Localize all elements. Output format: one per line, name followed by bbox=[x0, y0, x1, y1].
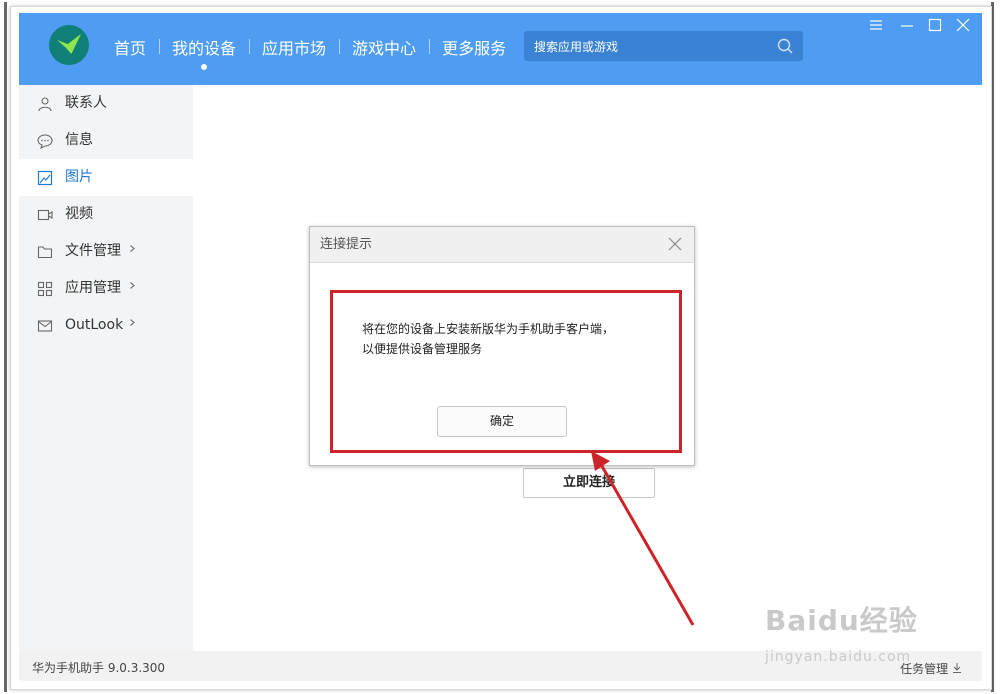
dialog-title: 连接提示 bbox=[310, 227, 694, 263]
nav-more-services[interactable]: 更多服务 bbox=[429, 35, 519, 59]
search-box bbox=[524, 31, 803, 61]
folder-icon bbox=[37, 246, 53, 259]
connect-now-button[interactable]: 立即连接 bbox=[523, 468, 655, 498]
apps-icon bbox=[37, 281, 53, 297]
nav-active-dot bbox=[201, 64, 208, 70]
sidebar-item-videos[interactable]: 视频 bbox=[19, 196, 193, 233]
chevron-right-icon bbox=[130, 319, 135, 326]
sidebar-item-label: 图片 bbox=[65, 169, 93, 185]
app-logo bbox=[49, 25, 89, 65]
watermark-url: jingyan.baidu.com bbox=[765, 649, 912, 665]
nav-home[interactable]: 首页 bbox=[101, 35, 159, 59]
sidebar-item-app-management[interactable]: 应用管理 bbox=[19, 270, 193, 307]
maximize-icon[interactable] bbox=[927, 17, 943, 33]
sidebar-item-label: 信息 bbox=[65, 132, 93, 148]
sidebar-item-label: 文件管理 bbox=[65, 243, 121, 259]
close-icon[interactable] bbox=[955, 17, 971, 33]
nav-my-device-label: 我的设备 bbox=[172, 39, 237, 58]
main-nav: 首页 我的设备 应用市场 游戏中心 更多服务 bbox=[101, 35, 519, 70]
nav-game-center[interactable]: 游戏中心 bbox=[339, 35, 429, 59]
minimize-icon[interactable] bbox=[899, 17, 915, 33]
sidebar-item-label: 视频 bbox=[65, 206, 93, 222]
app-window: 首页 我的设备 应用市场 游戏中心 更多服务 联系人 信息 图片 bbox=[19, 13, 982, 681]
baidu-watermark: Baidu经验 jingyan.baidu.com bbox=[765, 593, 975, 673]
mail-icon bbox=[37, 320, 53, 332]
sidebar-item-label: 应用管理 bbox=[65, 280, 121, 296]
chevron-right-icon bbox=[130, 282, 135, 289]
sidebar-item-pictures[interactable]: 图片 bbox=[19, 159, 193, 196]
search-icon[interactable] bbox=[777, 38, 793, 54]
dialog-close-icon[interactable] bbox=[668, 237, 682, 251]
watermark-brand: Baidu经验 bbox=[765, 604, 918, 637]
contact-icon bbox=[38, 97, 52, 112]
search-input[interactable] bbox=[532, 37, 774, 57]
chevron-right-icon bbox=[130, 245, 135, 252]
sidebar-item-label: 联系人 bbox=[65, 95, 107, 111]
message-icon bbox=[37, 134, 53, 149]
sidebar-item-label: OutLook bbox=[65, 317, 124, 333]
nav-app-market[interactable]: 应用市场 bbox=[249, 35, 339, 59]
nav-my-device[interactable]: 我的设备 bbox=[159, 35, 249, 70]
highlight-box bbox=[330, 290, 682, 453]
top-bar: 首页 我的设备 应用市场 游戏中心 更多服务 bbox=[19, 13, 982, 85]
sidebar-item-file-management[interactable]: 文件管理 bbox=[19, 233, 193, 270]
sidebar-item-contacts[interactable]: 联系人 bbox=[19, 85, 193, 122]
version-label: 华为手机助手 9.0.3.300 bbox=[32, 661, 166, 675]
video-icon bbox=[37, 209, 53, 221]
menu-icon[interactable] bbox=[868, 17, 884, 33]
sidebar-item-outlook[interactable]: OutLook bbox=[19, 307, 193, 344]
sidebar-item-messages[interactable]: 信息 bbox=[19, 122, 193, 159]
image-icon bbox=[37, 170, 53, 186]
sidebar: 联系人 信息 图片 视频 文件管理 应用管理 OutLook bbox=[19, 85, 193, 651]
